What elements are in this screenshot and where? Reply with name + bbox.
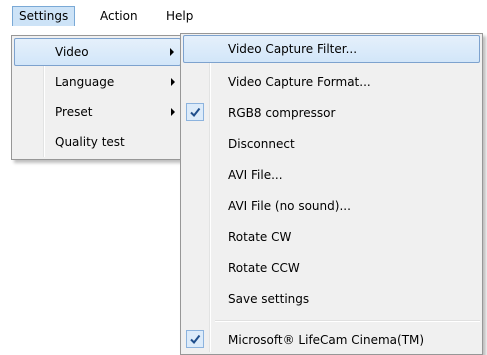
- menu-item-label: AVI File...: [228, 168, 283, 182]
- menu-item-video[interactable]: Video: [14, 38, 181, 66]
- menu-item-rotate-cw[interactable]: Rotate CW: [183, 223, 480, 251]
- menu-item-label: Rotate CCW: [228, 261, 300, 275]
- menu-item-label: Microsoft® LifeCam Cinema(TM): [228, 333, 425, 347]
- menu-item-label: Video Capture Filter...: [228, 42, 358, 56]
- menu-item-avi-file[interactable]: AVI File...: [183, 161, 480, 189]
- menu-item-avi-file-no-sound[interactable]: AVI File (no sound)...: [183, 192, 480, 220]
- menu-help[interactable]: Help: [160, 6, 199, 26]
- submenu-arrow-icon: [171, 108, 175, 116]
- menu-item-video-capture-format[interactable]: Video Capture Format...: [183, 68, 480, 96]
- menu-bar: Settings Action Help: [0, 0, 487, 26]
- menu-settings[interactable]: Settings: [12, 6, 76, 26]
- menu-item-video-capture-filter[interactable]: Video Capture Filter...: [183, 35, 480, 63]
- menu-action[interactable]: Action: [94, 6, 144, 26]
- menu-item-lifecam-device[interactable]: Microsoft® LifeCam Cinema(TM): [183, 326, 480, 354]
- menu-item-preset[interactable]: Preset: [14, 98, 181, 126]
- video-submenu: Video Capture Filter... Video Capture Fo…: [180, 33, 483, 355]
- menu-item-label: Preset: [55, 105, 93, 119]
- check-icon: [186, 330, 204, 348]
- menu-item-label: Quality test: [55, 135, 125, 149]
- check-icon: [186, 103, 204, 121]
- submenu-arrow-icon: [171, 78, 175, 86]
- submenu-arrow-icon: [170, 48, 174, 56]
- menu-item-disconnect[interactable]: Disconnect: [183, 130, 480, 158]
- menu-item-label: RGB8 compressor: [228, 106, 336, 120]
- menu-item-rotate-ccw[interactable]: Rotate CCW: [183, 254, 480, 282]
- menu-item-label: Disconnect: [228, 137, 295, 151]
- menu-item-label: Language: [55, 75, 115, 89]
- menu-item-language[interactable]: Language: [14, 68, 181, 96]
- menu-item-rgb8-compressor[interactable]: RGB8 compressor: [183, 99, 480, 127]
- menu-item-quality-test[interactable]: Quality test: [14, 128, 181, 156]
- menu-item-label: Video Capture Format...: [228, 75, 371, 89]
- menu-item-label: AVI File (no sound)...: [228, 199, 351, 213]
- settings-dropdown: Video Language Preset Quality test: [11, 35, 184, 160]
- menu-item-label: Save settings: [228, 292, 310, 306]
- menu-separator: [215, 320, 480, 322]
- menu-item-save-settings[interactable]: Save settings: [183, 285, 480, 313]
- menu-item-label: Video: [55, 45, 89, 59]
- menu-item-label: Rotate CW: [228, 230, 292, 244]
